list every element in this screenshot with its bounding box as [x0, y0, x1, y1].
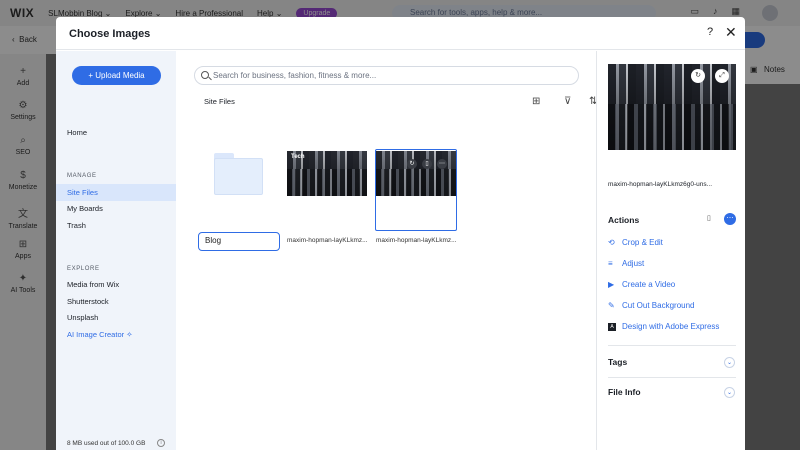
- close-icon[interactable]: ✕: [725, 24, 737, 41]
- thumbnail-caption: maxim-hopman-layKLkmz...: [287, 237, 368, 244]
- media-thumbnail-selected[interactable]: [376, 151, 456, 196]
- sparkle-icon: ✧: [126, 330, 133, 339]
- folder-icon[interactable]: [214, 153, 263, 195]
- nav-media-from-wix[interactable]: Media from Wix: [67, 280, 119, 289]
- tags-section[interactable]: Tags: [608, 357, 627, 367]
- search-icon: [201, 71, 209, 79]
- divider: [608, 377, 736, 378]
- crop-icon: ⟲: [608, 238, 615, 247]
- magic-wand-icon: ✎: [608, 301, 615, 310]
- nav-unsplash[interactable]: Unsplash: [67, 313, 98, 322]
- nav-ai-image-creator[interactable]: AI Image Creator ✧: [67, 330, 133, 339]
- bookmark-icon[interactable]: ▯: [707, 214, 711, 222]
- file-info-section[interactable]: File Info: [608, 387, 641, 397]
- dialog-title: Choose Images: [69, 28, 151, 40]
- breadcrumb: Site Files: [204, 97, 235, 106]
- divider: [608, 345, 736, 346]
- explore-section-title: EXPLORE: [67, 266, 100, 272]
- thumbnail-caption: maxim-hopman-layKLkmz...: [376, 237, 457, 244]
- thumbnail-label: Tech: [291, 154, 305, 160]
- chevron-down-icon[interactable]: ⌄: [724, 387, 735, 398]
- adobe-express-icon: A: [608, 322, 616, 331]
- crop-edit-action[interactable]: ⟲ Crop & Edit: [608, 238, 663, 247]
- play-icon: ▶: [608, 280, 615, 289]
- media-sidebar: + Upload Media Home MANAGE Site Files My…: [56, 51, 176, 450]
- media-main: Search for business, fashion, fitness & …: [176, 51, 597, 450]
- nav-shutterstock[interactable]: Shutterstock: [67, 297, 109, 306]
- storage-usage: 8 MB used out of 100.0 GB: [67, 440, 146, 447]
- upload-media-button[interactable]: + Upload Media: [72, 66, 161, 85]
- actions-title: Actions: [608, 215, 640, 225]
- more-icon[interactable]: ⋯: [437, 159, 447, 169]
- cut-out-background-action[interactable]: ✎ Cut Out Background: [608, 301, 694, 310]
- nav-home[interactable]: Home: [67, 128, 87, 137]
- more-icon[interactable]: ⋯: [724, 213, 736, 225]
- image-preview: ↻ ⤢: [608, 64, 736, 150]
- media-thumbnail[interactable]: Tech: [287, 151, 367, 196]
- folder-name-input[interactable]: Blog: [198, 232, 280, 251]
- adjust-action[interactable]: ≡ Adjust: [608, 259, 644, 268]
- expand-icon[interactable]: ⤢: [715, 69, 729, 83]
- chevron-down-icon[interactable]: ⌄: [724, 357, 735, 368]
- nav-site-files[interactable]: Site Files: [67, 188, 98, 197]
- delete-icon[interactable]: ▯: [422, 159, 432, 169]
- replace-icon[interactable]: ↻: [691, 69, 705, 83]
- dialog-header: Choose Images ? ✕: [56, 17, 745, 50]
- media-search-input[interactable]: Search for business, fashion, fitness & …: [194, 66, 579, 85]
- create-video-action[interactable]: ▶ Create a Video: [608, 280, 675, 289]
- details-panel: ↻ ⤢ maxim-hopman-layKLkmz6g0-uns... Acti…: [596, 51, 745, 450]
- help-icon[interactable]: ?: [707, 26, 713, 38]
- file-name: maxim-hopman-layKLkmz6g0-uns...: [608, 181, 713, 188]
- nav-trash[interactable]: Trash: [67, 221, 86, 230]
- manage-section-title: MANAGE: [67, 173, 97, 179]
- nav-my-boards[interactable]: My Boards: [67, 204, 103, 213]
- new-folder-icon[interactable]: ⊞: [532, 96, 540, 107]
- info-icon[interactable]: i: [157, 439, 165, 447]
- sliders-icon: ≡: [608, 259, 613, 268]
- design-adobe-express-action[interactable]: A Design with Adobe Express: [608, 322, 719, 331]
- replace-icon[interactable]: ↻: [407, 159, 417, 169]
- choose-images-dialog: Choose Images ? ✕ + Upload Media Home MA…: [56, 17, 745, 450]
- filter-icon[interactable]: ⊽: [564, 96, 571, 107]
